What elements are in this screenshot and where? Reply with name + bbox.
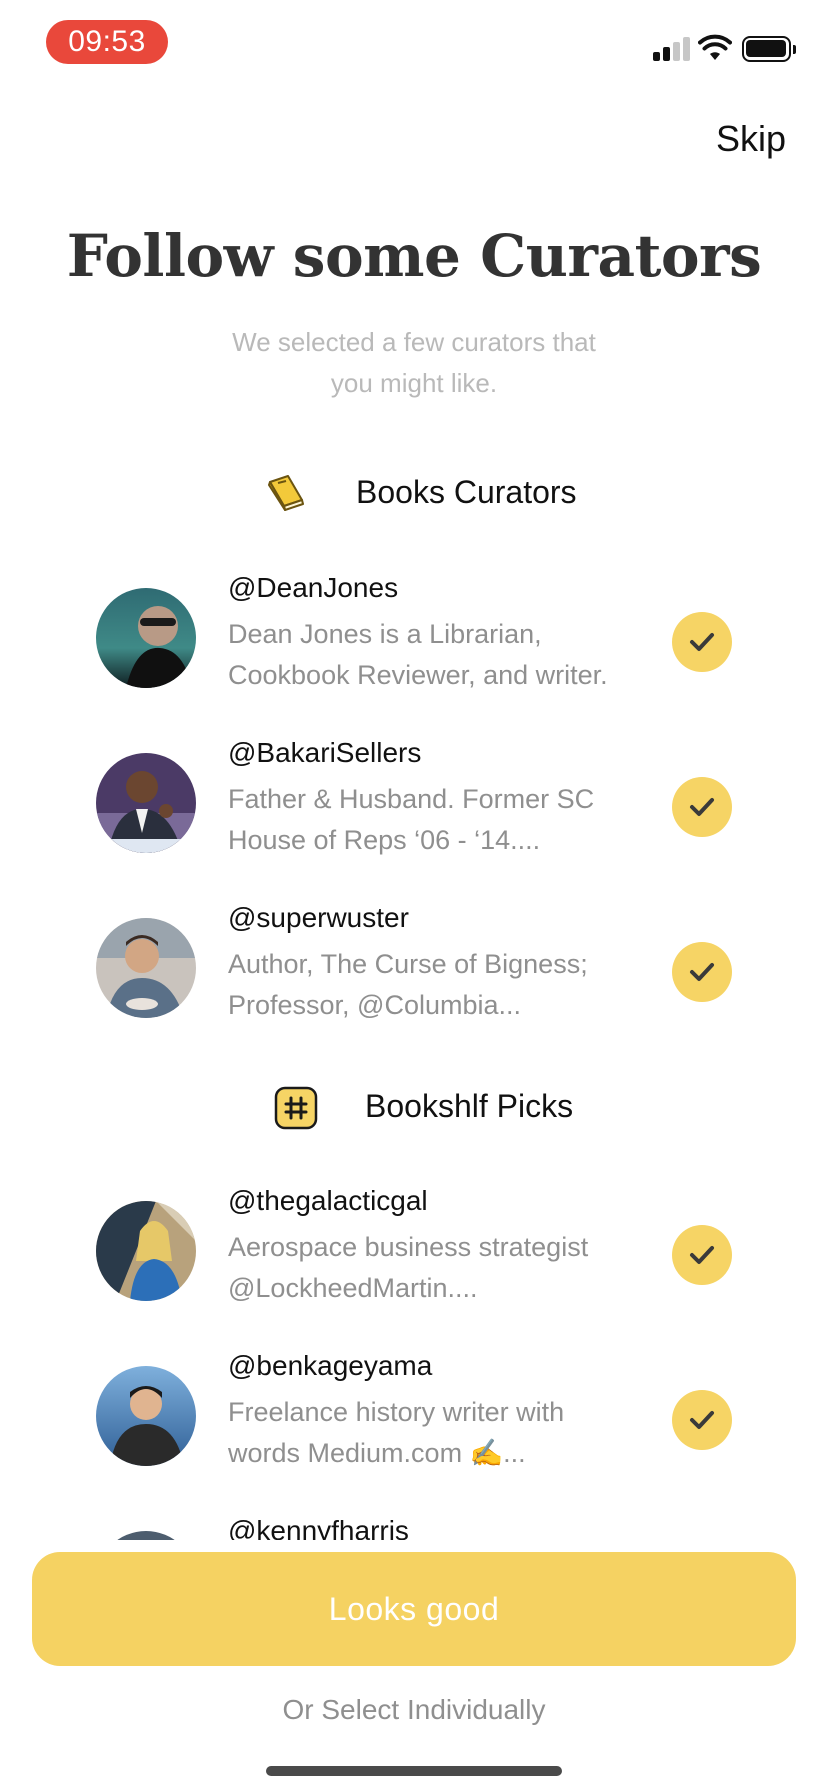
- curator-bio-line: Freelance history writer with: [228, 1397, 565, 1427]
- curator-bio-line: Professor, @Columbia...: [228, 990, 522, 1020]
- follow-toggle-button[interactable]: [672, 1390, 732, 1450]
- avatar: [96, 1366, 196, 1466]
- curator-bio-line: House of Reps ‘06 - ‘14....: [228, 825, 541, 855]
- page-title: Follow some Curators: [66, 222, 762, 290]
- curator-bio-line: Dean Jones is a Librarian,: [228, 619, 542, 649]
- checkmark-icon: [690, 963, 714, 981]
- cellular-signal-icon: [653, 37, 691, 61]
- curator-handle: @benkageyama: [228, 1350, 433, 1381]
- checkmark-icon: [690, 1411, 714, 1429]
- curator-row: @BakariSellers Father & Husband. Former …: [0, 735, 828, 885]
- follow-toggle-button[interactable]: [672, 942, 732, 1002]
- status-time: 09:53: [46, 20, 168, 64]
- checkmark-icon: [690, 798, 714, 816]
- curator-bio-line: words Medium.com ✍️...: [228, 1438, 526, 1468]
- battery-icon: [742, 36, 796, 62]
- subtitle-line: you might like.: [330, 368, 498, 398]
- home-indicator: [266, 1766, 562, 1776]
- checkmark-icon: [690, 1246, 714, 1264]
- skip-button[interactable]: Skip: [716, 118, 786, 160]
- curator-row: @superwuster Author, The Curse of Bignes…: [0, 900, 828, 1050]
- curator-bio-line: Author, The Curse of Bigness;: [228, 949, 588, 979]
- looks-good-button[interactable]: Looks good: [32, 1552, 796, 1666]
- curator-handle: @BakariSellers: [228, 737, 422, 768]
- curator-bio: Freelance history writer with words Medi…: [228, 1392, 648, 1474]
- curator-handle: @thegalacticgal: [228, 1185, 428, 1216]
- book-icon: [268, 475, 304, 511]
- curator-bio-line: Cookbook Reviewer, and writer.: [228, 660, 608, 690]
- curator-bio: Dean Jones is a Librarian, Cookbook Revi…: [228, 614, 648, 696]
- bookshlf-logo-icon: [274, 1086, 318, 1130]
- follow-toggle-button[interactable]: [672, 1225, 732, 1285]
- section-title: Bookshlf Picks: [365, 1088, 574, 1124]
- section-header-books-curators: Books Curators: [0, 466, 828, 526]
- curator-row: @benkageyama Freelance history writer wi…: [0, 1348, 828, 1498]
- curator-row: @DeanJones Dean Jones is a Librarian, Co…: [0, 570, 828, 720]
- curator-handle: @superwuster: [228, 902, 409, 933]
- select-individually-link[interactable]: Or Select Individually: [0, 1694, 828, 1726]
- follow-toggle-button[interactable]: [672, 777, 732, 837]
- avatar: [96, 918, 196, 1018]
- curator-bio: Author, The Curse of Bigness; Professor,…: [228, 944, 648, 1026]
- wifi-icon: [698, 34, 732, 60]
- follow-toggle-button[interactable]: [672, 612, 732, 672]
- curator-bio: Father & Husband. Former SC House of Rep…: [228, 779, 648, 861]
- checkmark-icon: [690, 633, 714, 651]
- avatar: [96, 1201, 196, 1301]
- section-header-bookshlf-picks: Bookshlf Picks: [0, 1078, 828, 1138]
- subtitle-line: We selected a few curators that: [232, 327, 596, 357]
- section-title: Books Curators: [356, 474, 577, 510]
- page-subtitle: We selected a few curators that you migh…: [160, 322, 668, 404]
- curator-handle: @DeanJones: [228, 572, 399, 603]
- avatar: [96, 588, 196, 688]
- curator-row: @thegalacticgal Aerospace business strat…: [0, 1183, 828, 1333]
- curator-bio-line: @LockheedMartin....: [228, 1273, 478, 1303]
- status-bar: 09:53: [0, 0, 828, 90]
- avatar: [96, 753, 196, 853]
- curator-bio-line: Aerospace business strategist: [228, 1232, 589, 1262]
- curator-bio-line: Father & Husband. Former SC: [228, 784, 595, 814]
- curator-bio: Aerospace business strategist @LockheedM…: [228, 1227, 648, 1309]
